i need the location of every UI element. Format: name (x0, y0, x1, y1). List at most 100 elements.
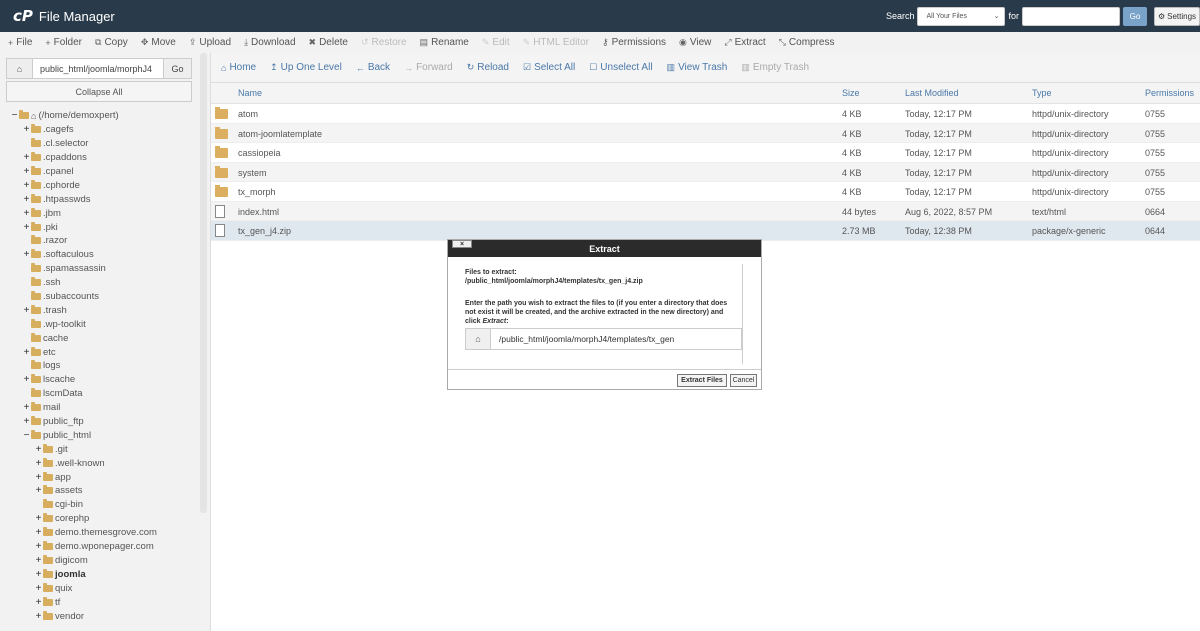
tree-item-logs[interactable]: logs (0, 359, 200, 373)
extract-files-button[interactable]: Extract Files (677, 374, 727, 387)
expand-icon[interactable]: + (35, 541, 42, 552)
tree-item-tf[interactable]: + tf (0, 595, 200, 609)
toolbar-extract-button[interactable]: ⤢ Extract (724, 37, 765, 48)
tree-item-vendor[interactable]: + vendor (0, 609, 200, 623)
path-input[interactable]: public_html/joomla/morphJ4 (33, 59, 163, 78)
expand-icon[interactable]: + (23, 402, 30, 413)
toolbar-file-button[interactable]: + File (8, 37, 32, 48)
nav-select-all-button[interactable]: ☑ Select All (523, 62, 575, 73)
tree-item-git[interactable]: + .git (0, 442, 200, 456)
nav-forward-button[interactable]: → Forward (404, 62, 453, 73)
expand-icon[interactable]: + (23, 152, 30, 163)
tree-item-etc[interactable]: + etc (0, 345, 200, 359)
column-name[interactable]: Name (238, 88, 262, 98)
collapse-all-button[interactable]: Collapse All (6, 81, 192, 102)
table-row[interactable]: index.html 44 bytes Aug 6, 2022, 8:57 PM te… (211, 201, 1200, 221)
column-permissions[interactable]: Permissions (1145, 88, 1194, 98)
expand-icon[interactable]: + (23, 347, 30, 358)
nav-back-button[interactable]: ← Back (356, 62, 390, 73)
tree-item-jbm[interactable]: + .jbm (0, 206, 200, 220)
column-last-modified[interactable]: Last Modified (905, 88, 959, 98)
settings-button[interactable]: ⚙ Settings (1154, 6, 1200, 26)
expand-icon[interactable]: + (23, 249, 30, 260)
toolbar-copy-button[interactable]: ⧉ Copy (95, 37, 128, 48)
tree-item-public-ftp[interactable]: + public_ftp (0, 415, 200, 429)
tree-scrollbar[interactable] (200, 53, 207, 513)
tree-item-mail[interactable]: + mail (0, 401, 200, 415)
close-button[interactable]: × (452, 240, 472, 248)
tree-item-assets[interactable]: + assets (0, 484, 200, 498)
toolbar-folder-button[interactable]: + Folder (45, 37, 82, 48)
tree-item-htpasswds[interactable]: + .htpasswds (0, 192, 200, 206)
toolbar-move-button[interactable]: ✥ Move (141, 37, 176, 48)
tree-item-softaculous[interactable]: + .softaculous (0, 248, 200, 262)
tree-item-cache[interactable]: cache (0, 331, 200, 345)
expand-icon[interactable]: + (23, 416, 30, 427)
column-type[interactable]: Type (1032, 88, 1052, 98)
tree-item-demo-wponepager-com[interactable]: + demo.wponepager.com (0, 540, 200, 554)
nav-view-trash-button[interactable]: ▥ View Trash (667, 62, 728, 73)
tree-item-lscache[interactable]: + lscache (0, 373, 200, 387)
tree-item-cphorde[interactable]: + .cphorde (0, 178, 200, 192)
collapse-icon[interactable]: − (23, 430, 30, 441)
tree-item-home-demoxpert[interactable]: − ⌂ (/home/demoxpert) (0, 109, 200, 123)
tree-item-lscmdata[interactable]: lscmData (0, 387, 200, 401)
extract-path-input[interactable]: /public_html/joomla/morphJ4/templates/tx… (491, 329, 741, 349)
expand-icon[interactable]: + (23, 222, 30, 233)
table-row[interactable]: cassiopeia 4 KB Today, 12:17 PM httpd/unix-… (211, 143, 1200, 163)
toolbar-compress-button[interactable]: ⤡ Compress (779, 37, 835, 48)
toolbar-upload-button[interactable]: ⇪ Upload (189, 37, 231, 48)
tree-item-well-known[interactable]: + .well-known (0, 456, 200, 470)
expand-icon[interactable]: + (23, 124, 30, 135)
expand-icon[interactable]: + (35, 555, 42, 566)
tree-item-digicom[interactable]: + digicom (0, 554, 200, 568)
expand-icon[interactable]: + (23, 305, 30, 316)
expand-icon[interactable]: + (35, 611, 42, 622)
dialog-scrollbar[interactable] (742, 264, 743, 364)
table-row[interactable]: atom 4 KB Today, 12:17 PM httpd/unix-direct… (211, 104, 1200, 124)
toolbar-permissions-button[interactable]: ⚷ Permissions (602, 37, 666, 48)
tree-item-cpaddons[interactable]: + .cpaddons (0, 151, 200, 165)
tree-item-demo-themesgrove-com[interactable]: + demo.themesgrove.com (0, 526, 200, 540)
toolbar-html-editor-button[interactable]: ✎ HTML Editor (523, 37, 589, 48)
path-go-button[interactable]: Go (163, 59, 191, 78)
toolbar-delete-button[interactable]: ✖ Delete (309, 37, 348, 48)
expand-icon[interactable]: + (35, 513, 42, 524)
tree-item-spamassassin[interactable]: .spamassassin (0, 262, 200, 276)
tree-item-public-html[interactable]: − public_html (0, 428, 200, 442)
expand-icon[interactable]: + (35, 583, 42, 594)
table-row[interactable]: tx_gen_j4.zip 2.73 MB Today, 12:38 PM packa… (211, 221, 1200, 241)
expand-icon[interactable]: + (23, 180, 30, 191)
tree-item-razor[interactable]: .razor (0, 234, 200, 248)
toolbar-view-button[interactable]: ◉ View (679, 37, 711, 48)
nav-reload-button[interactable]: ↻ Reload (467, 62, 509, 73)
expand-icon[interactable]: + (35, 458, 42, 469)
tree-item-cpanel[interactable]: + .cpanel (0, 165, 200, 179)
expand-icon[interactable]: + (35, 485, 42, 496)
toolbar-rename-button[interactable]: ▤ Rename (420, 37, 469, 48)
tree-item-cgi-bin[interactable]: cgi-bin (0, 498, 200, 512)
tree-item-corephp[interactable]: + corephp (0, 512, 200, 526)
expand-icon[interactable]: + (35, 444, 42, 455)
cancel-button[interactable]: Cancel (730, 374, 757, 387)
column-size[interactable]: Size (842, 88, 860, 98)
toolbar-edit-button[interactable]: ✎ Edit (482, 37, 510, 48)
search-go-button[interactable]: Go (1123, 6, 1147, 26)
tree-item-cagefs[interactable]: + .cagefs (0, 123, 200, 137)
expand-icon[interactable]: + (23, 166, 30, 177)
nav-home-button[interactable]: ⌂ Home (221, 62, 256, 73)
search-input[interactable] (1022, 6, 1120, 26)
tree-item-cl-selector[interactable]: .cl.selector (0, 137, 200, 151)
expand-icon[interactable]: + (35, 527, 42, 538)
tree-item-quix[interactable]: + quix (0, 581, 200, 595)
app-logo[interactable]: cP File Manager (13, 7, 115, 25)
toolbar-restore-button[interactable]: ↺ Restore (361, 37, 407, 48)
expand-icon[interactable]: + (23, 194, 30, 205)
expand-icon[interactable]: + (35, 569, 42, 580)
expand-icon[interactable]: + (23, 374, 30, 385)
tree-item-app[interactable]: + app (0, 470, 200, 484)
tree-item-trash[interactable]: + .trash (0, 303, 200, 317)
search-scope-select[interactable]: All Your Files ⌄ (917, 6, 1006, 26)
nav-unselect-all-button[interactable]: ☐ Unselect All (589, 62, 652, 73)
table-row[interactable]: tx_morph 4 KB Today, 12:17 PM httpd/unix-di… (211, 182, 1200, 202)
